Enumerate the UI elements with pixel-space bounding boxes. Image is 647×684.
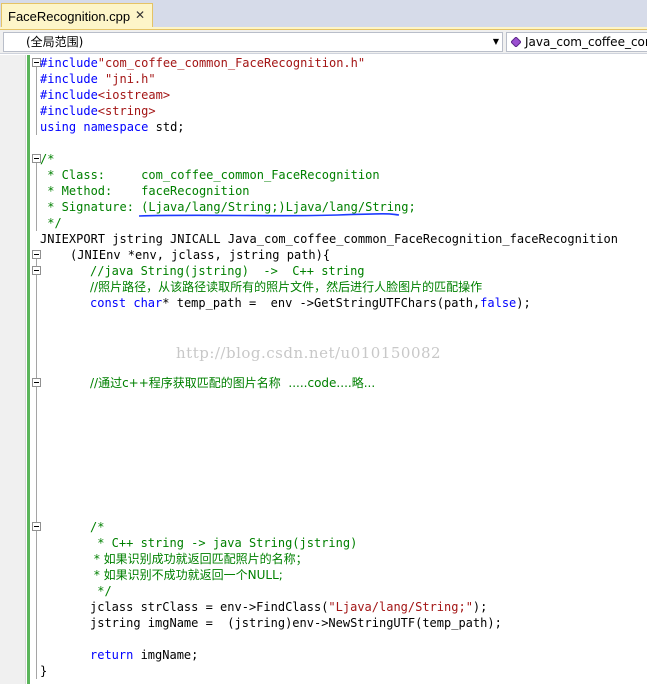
code-text: imgName;: [133, 648, 199, 662]
code-line: using namespace std;: [40, 119, 185, 135]
member-value: Java_com_coffee_com: [525, 35, 647, 49]
scope-dropdown[interactable]: (全局范围) ▼: [3, 32, 503, 52]
outline-guide: [36, 63, 37, 135]
code-text: );: [472, 600, 488, 614]
keyword: char: [133, 296, 163, 310]
preprocessor-keyword: #include: [40, 88, 98, 102]
comment-line: * 如果识别不成功就返回一个NULL;: [90, 568, 283, 582]
comment-line: * Class: com_coffee_common_FaceRecogniti…: [40, 168, 380, 182]
member-dropdown[interactable]: Java_com_coffee_com: [506, 32, 647, 52]
handwritten-underline-annotation: [138, 213, 400, 217]
comment-line: //照片路径，从该路径读取所有的照片文件，然后进行人脸图片的匹配操作: [90, 280, 483, 294]
keyword: using: [40, 120, 77, 134]
watermark: http://blog.csdn.net/u010150082: [176, 344, 442, 362]
code-line: #include<iostream>: [40, 87, 170, 103]
code-line: #include"com_coffee_common_FaceRecogniti…: [40, 55, 365, 71]
collapse-toggle-icon[interactable]: [32, 522, 41, 531]
preprocessor-keyword: #include: [40, 56, 98, 70]
string-literal: "Ljava/lang/String;": [328, 600, 473, 614]
code-line: jclass strClass = env->FindClass("Ljava/…: [90, 599, 487, 615]
function-parameters: (JNIEnv *env, jclass, jstring path){: [70, 248, 331, 262]
code-text: );: [516, 296, 531, 310]
comment-line: * C++ string -> java String(jstring): [90, 536, 358, 550]
code-line: #include<string>: [40, 103, 156, 119]
comment-line: //java String(jstring) -> C++ string: [90, 264, 365, 278]
keyword: const: [90, 296, 127, 310]
collapse-toggle-icon[interactable]: [32, 266, 41, 275]
string-literal: <iostream>: [97, 88, 171, 102]
outline-guide: [36, 159, 37, 231]
outline-guide: [36, 255, 37, 675]
change-tracking-bar: [27, 55, 30, 684]
collapse-toggle-icon[interactable]: [32, 378, 41, 387]
tab-facerecognition-cpp[interactable]: FaceRecognition.cpp ✕: [1, 3, 153, 28]
code-editor[interactable]: #include"com_coffee_common_FaceRecogniti…: [0, 55, 647, 684]
string-literal: "com_coffee_common_FaceRecognition.h": [97, 56, 366, 70]
outline-guide: [36, 659, 37, 679]
outline-guide: [36, 527, 37, 591]
keyword: false: [480, 296, 517, 310]
preprocessor-keyword: #include: [40, 104, 98, 118]
string-literal: <string>: [97, 104, 156, 118]
comment-line: /*: [40, 152, 55, 166]
code-line: #include "jni.h": [40, 71, 156, 87]
comment-line: * Method: faceRecognition: [40, 184, 250, 198]
closing-brace: }: [40, 664, 48, 678]
keyword: return: [90, 648, 134, 662]
preprocessor-keyword: #include: [40, 72, 98, 86]
comment-line: /*: [90, 520, 105, 534]
document-tab-strip: FaceRecognition.cpp ✕: [0, 0, 647, 30]
code-line: jstring imgName = (jstring)env->NewStrin…: [90, 616, 502, 630]
code-line: return imgName;: [90, 647, 198, 663]
function-signature: JNIEXPORT jstring JNICALL Java_com_coffe…: [40, 232, 618, 246]
navigation-bar: (全局范围) ▼ Java_com_coffee_com: [0, 30, 647, 54]
comment-line: */: [90, 584, 112, 598]
code-text: std;: [148, 120, 185, 134]
code-text: * temp_path = env ->GetStringUTFChars(pa…: [162, 296, 481, 310]
method-icon: [511, 37, 521, 47]
close-icon[interactable]: ✕: [134, 9, 146, 21]
tab-title: FaceRecognition.cpp: [8, 8, 131, 24]
comment-line: */: [40, 216, 62, 230]
code-line: const char* temp_path = env ->GetStringU…: [90, 295, 531, 311]
comment-line: * 如果识别成功就返回匹配照片的名称；: [90, 552, 308, 566]
string-literal: "jni.h": [97, 72, 156, 86]
glyph-margin: [0, 55, 26, 684]
keyword: namespace: [83, 120, 149, 134]
scope-value: (全局范围): [26, 35, 84, 49]
comment-line: //通过c++程序获取匹配的图片名称 .....code....略...: [90, 376, 376, 390]
chevron-down-icon[interactable]: ▼: [490, 33, 502, 51]
collapse-toggle-icon[interactable]: [32, 250, 41, 259]
code-text: jclass strClass = env->FindClass(: [90, 600, 329, 614]
outline-guide: [36, 271, 37, 303]
